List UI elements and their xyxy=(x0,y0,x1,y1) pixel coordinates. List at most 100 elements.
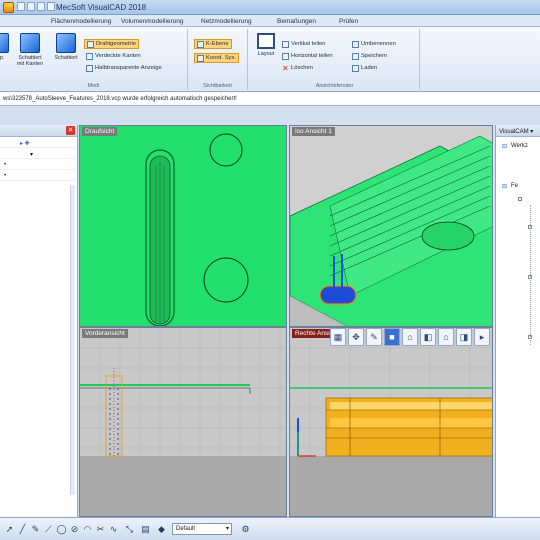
bottom-toolbar: ➚ ╱ ✎ ⟋ ◯ ⊘ ◠ ✂ ∿ ⤡ ▤ ◆ Default ▾ ⚙ xyxy=(0,517,540,540)
polyline-icon[interactable]: ⟋ xyxy=(43,523,54,535)
arrow-icon[interactable]: ➚ xyxy=(4,523,15,535)
tab-flaechenmodellierung[interactable]: Flächenmodellierung xyxy=(46,16,116,27)
shaded-with-edges-label: Schattiert mit Kanten xyxy=(16,55,44,67)
split-vertical-icon xyxy=(282,40,289,48)
tab-netzmodellierung[interactable]: Netzmodellierung xyxy=(196,16,257,27)
viewport-label-iso: Iso Ansicht 1 xyxy=(292,127,335,136)
tab-volumenmodellierung[interactable]: Volumenmodellierung xyxy=(116,16,189,27)
rename-view-label: Umbenennen xyxy=(361,41,396,47)
app-icon[interactable] xyxy=(3,2,14,13)
split-horizontal-label: Horizontal teilen xyxy=(291,53,333,59)
tree-item-features[interactable]: Fe xyxy=(511,183,518,189)
arc-icon[interactable]: ◠ xyxy=(82,523,93,535)
pencil-icon[interactable]: ✎ xyxy=(366,328,382,346)
checker-icon[interactable]: ▦ xyxy=(330,328,346,346)
close-icon[interactable]: ✕ xyxy=(66,126,75,135)
more-icon[interactable]: ▸ xyxy=(474,328,490,346)
cancel-icon[interactable]: ⊘ xyxy=(69,523,80,535)
shaded-with-edges-button[interactable]: Schattiert mit Kanten xyxy=(14,33,46,67)
tree-collapse-icon[interactable]: ⊟ xyxy=(502,143,507,150)
tree-line xyxy=(530,205,531,345)
shaded-button[interactable]: Schattiert xyxy=(50,33,82,61)
list-item[interactable]: ▾ xyxy=(0,148,77,159)
shaded-label: Schattiert xyxy=(54,55,78,61)
list-item[interactable]: • xyxy=(0,170,77,181)
list-item[interactable]: • xyxy=(0,159,77,170)
partial-button-label: p. xyxy=(0,55,5,61)
redo-icon[interactable] xyxy=(37,2,45,11)
load-view-button[interactable]: Laden xyxy=(350,63,379,73)
load-view-icon xyxy=(352,64,359,72)
cube-front-icon[interactable]: ◧ xyxy=(420,328,436,346)
line-icon[interactable]: ╱ xyxy=(17,523,28,535)
viewport-iso[interactable]: Iso Ansicht 1 xyxy=(289,125,493,327)
viewport-label-front: Vorderansicht xyxy=(82,329,128,338)
house-alt-icon[interactable]: ⌂ xyxy=(438,328,454,346)
viewport-front[interactable]: Vorderansicht xyxy=(79,327,287,517)
split-vertical-button[interactable]: Vertikal teilen xyxy=(280,39,327,49)
shaded-cube-icon xyxy=(56,33,76,53)
wireframe-label: Drahtgeometrie xyxy=(96,41,136,47)
hidden-edges-icon xyxy=(86,52,93,60)
color-icon[interactable]: ◆ xyxy=(156,523,167,535)
delete-view-label: Löschen xyxy=(291,65,313,71)
list-item[interactable]: ▸ ✚ xyxy=(0,137,77,148)
k-ebene-label: K-Ebene xyxy=(206,41,229,47)
save-view-button[interactable]: Speichern xyxy=(350,51,389,61)
undo-icon[interactable] xyxy=(27,2,35,11)
rename-view-button[interactable]: Umbenennen xyxy=(350,39,398,49)
split-horizontal-button[interactable]: Horizontal teilen xyxy=(280,51,335,61)
delete-x-icon: ✕ xyxy=(282,63,289,73)
viewport-top[interactable]: Draufsicht xyxy=(79,125,287,327)
delete-view-button[interactable]: ✕ Löschen xyxy=(280,63,315,73)
hidden-edges-button[interactable]: Verdeckte Kanten xyxy=(84,51,143,61)
settings-icon[interactable]: ⚙ xyxy=(240,523,251,535)
curve-icon[interactable]: ∿ xyxy=(108,523,119,535)
layer-icon[interactable]: ▤ xyxy=(140,523,151,535)
semi-transparent-button[interactable]: Halbtransparente Anzeige xyxy=(84,63,164,73)
load-view-label: Laden xyxy=(361,65,378,71)
tab-bemassungen[interactable]: Bemaßungen xyxy=(272,16,321,27)
window-title: MecSoft VisualCAD 2018 xyxy=(56,3,147,12)
group-label-ansichtsfenster: Ansichtsfenster xyxy=(315,83,354,89)
right-panel-title[interactable]: VisualCAM ▾ xyxy=(496,125,540,137)
pencil-icon[interactable]: ✎ xyxy=(30,523,41,535)
chevron-down-icon: ▾ xyxy=(225,526,229,532)
layout-label: Layout xyxy=(257,51,275,57)
cube-icon[interactable]: ■ xyxy=(384,328,400,346)
house-icon[interactable]: ⌂ xyxy=(402,328,418,346)
viewport-label-top: Draufsicht xyxy=(82,127,118,136)
bullet-icon: • xyxy=(4,162,7,168)
ribbon-group-sichtbarkeit: K-Ebene Koord. Sys. Sichtbarkeit xyxy=(188,29,248,90)
tool-icon: ▸ ✚ xyxy=(20,141,30,147)
wireframe-button[interactable]: Drahtgeometrie xyxy=(84,39,139,49)
circle-icon[interactable]: ◯ xyxy=(56,523,67,535)
bullet-icon: • xyxy=(4,173,7,179)
save-icon[interactable] xyxy=(17,2,25,11)
cube-side-icon[interactable]: ◨ xyxy=(456,328,472,346)
tab-pruefen[interactable]: Prüfen xyxy=(334,16,363,27)
layer-select[interactable]: Default ▾ xyxy=(172,523,232,535)
transform-icon[interactable]: ⤡ xyxy=(124,523,135,535)
group-label-sichtbarkeit: Sichtbarkeit xyxy=(203,83,232,89)
trim-icon[interactable]: ✂ xyxy=(95,523,106,535)
group-label-modus: Modi xyxy=(87,83,100,89)
split-horizontal-icon xyxy=(282,52,289,60)
viewport-right[interactable]: Rechte Ansicht ▦ ✥ ✎ ■ ⌂ ◧ ⌂ ◨ ▸ xyxy=(289,327,493,517)
tree-item-tools[interactable]: Werkz xyxy=(511,143,528,149)
k-ebene-toggle[interactable]: K-Ebene xyxy=(194,39,232,49)
coord-sys-label: Koord. Sys. xyxy=(206,55,236,61)
right-view-drawing xyxy=(290,328,492,516)
partial-button[interactable]: p. xyxy=(0,33,12,61)
top-view-drawing xyxy=(145,133,249,326)
tree-node-icon[interactable] xyxy=(518,197,522,201)
left-scrollbar[interactable] xyxy=(70,185,75,495)
layout-button[interactable]: Layout xyxy=(252,33,280,57)
ribbon-group-modus: p. Schattiert mit Kanten Schattiert Drah… xyxy=(0,29,188,90)
split-vertical-label: Vertikal teilen xyxy=(291,41,326,47)
coord-sys-toggle[interactable]: Koord. Sys. xyxy=(194,53,239,63)
dropdown-icon[interactable] xyxy=(47,2,55,11)
tree-collapse-icon[interactable]: ⊟ xyxy=(502,183,507,190)
pan-icon[interactable]: ✥ xyxy=(348,328,364,346)
rename-icon xyxy=(352,40,359,48)
